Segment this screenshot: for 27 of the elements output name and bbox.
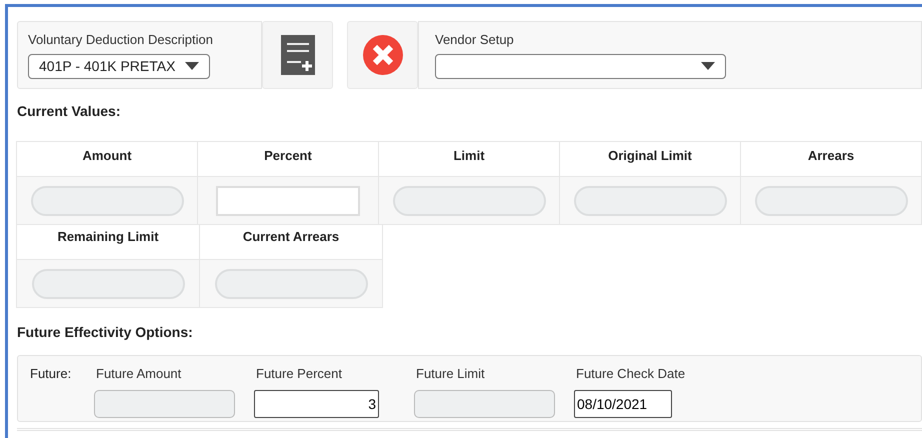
- field-label: Voluntary Deduction Description: [28, 31, 214, 49]
- column-header: Current Arrears: [242, 228, 340, 246]
- vendor-dropdown[interactable]: [435, 54, 726, 78]
- section-title: Current Values:: [17, 102, 122, 121]
- column-header: Arrears: [806, 147, 856, 165]
- deduction-dropdown[interactable]: 401P - 401K PRETAX: [28, 54, 210, 78]
- field-label: Future Check Date: [575, 365, 686, 383]
- column-header: Percent: [263, 147, 313, 165]
- future-field[interactable]: 3: [254, 390, 379, 418]
- field-label: Vendor Setup: [435, 31, 515, 49]
- add-line-button[interactable]: [262, 21, 333, 89]
- close-icon: [362, 35, 402, 75]
- row-label: Future:: [30, 365, 72, 383]
- column-header: Limit: [452, 147, 486, 165]
- column-header: Remaining Limit: [56, 228, 160, 246]
- field-label: Future Amount: [95, 365, 182, 383]
- future-field[interactable]: 08/10/2021: [574, 390, 672, 418]
- add-list-icon: [280, 35, 314, 75]
- value-field[interactable]: [216, 186, 360, 216]
- field-label: Future Percent: [255, 365, 343, 383]
- delete-button[interactable]: [347, 21, 418, 89]
- column-header: Original Limit: [607, 147, 693, 165]
- caret-icon: [185, 62, 199, 70]
- section-title: Future Effectivity Options:: [17, 323, 194, 342]
- caret-icon: [701, 62, 715, 70]
- field-label: Future Limit: [415, 365, 486, 383]
- column-header: Amount: [81, 147, 133, 165]
